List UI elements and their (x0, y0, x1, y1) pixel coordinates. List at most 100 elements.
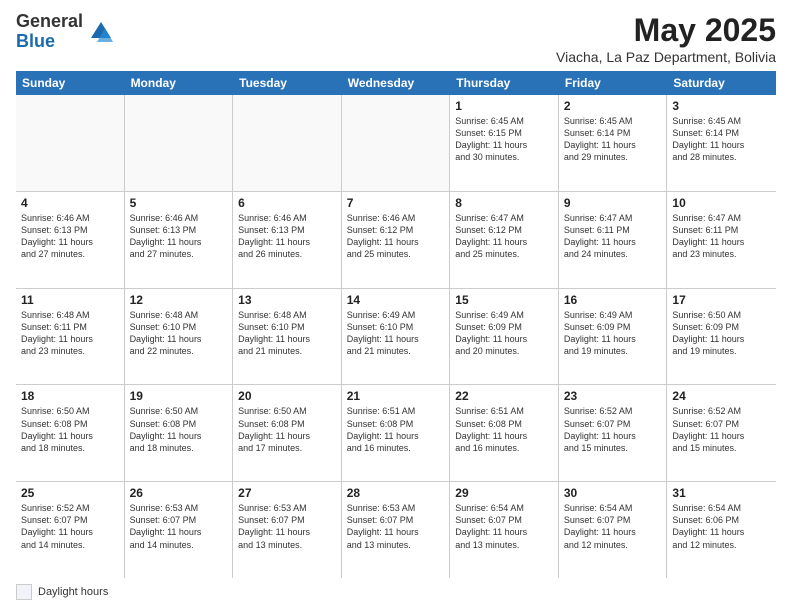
cal-cell-5: 5 Sunrise: 6:46 AM Sunset: 6:13 PM Daylig… (125, 192, 234, 288)
legend-box (16, 584, 32, 600)
day-number: 25 (21, 486, 119, 500)
day-number: 31 (672, 486, 771, 500)
day-info: Sunrise: 6:50 AM Sunset: 6:08 PM Dayligh… (21, 405, 119, 454)
day-number: 5 (130, 196, 228, 210)
cal-cell-2: 2Sunrise: 6:45 AM Sunset: 6:14 PM Daylig… (559, 95, 668, 191)
day-info: Sunrise: 6:50 AM Sunset: 6:08 PM Dayligh… (130, 405, 228, 454)
day-info: Sunrise: 6:48 AM Sunset: 6:11 PM Dayligh… (21, 309, 119, 358)
day-number: 27 (238, 486, 336, 500)
day-number: 12 (130, 293, 228, 307)
title-block: May 2025 Viacha, La Paz Department, Boli… (556, 12, 776, 65)
cal-cell-31: 31 Sunrise: 6:54 AM Sunset: 6:06 PM Dayli… (667, 482, 776, 578)
cal-cell-15: 15 Sunrise: 6:49 AM Sunset: 6:09 PM Dayli… (450, 289, 559, 385)
day-info: Sunrise: 6:53 AM Sunset: 6:07 PM Dayligh… (130, 502, 228, 551)
day-info: Sunrise: 6:46 AM Sunset: 6:13 PM Dayligh… (130, 212, 228, 261)
day-info: Sunrise: 6:46 AM Sunset: 6:12 PM Dayligh… (347, 212, 445, 261)
day-info: Sunrise: 6:45 AM Sunset: 6:14 PM Dayligh… (564, 115, 662, 164)
day-number: 7 (347, 196, 445, 210)
cal-cell-1: 1 Sunrise: 6:45 AM Sunset: 6:15 PM Daylig… (450, 95, 559, 191)
calendar-header: SundayMondayTuesdayWednesdayThursdayFrid… (16, 71, 776, 95)
cal-cell-8: 8 Sunrise: 6:47 AM Sunset: 6:12 PM Daylig… (450, 192, 559, 288)
calendar-week-3: 18 Sunrise: 6:50 AM Sunset: 6:08 PM Dayli… (16, 385, 776, 482)
cal-cell-18: 18 Sunrise: 6:50 AM Sunset: 6:08 PM Dayli… (16, 385, 125, 481)
logo-blue: Blue (16, 32, 83, 52)
day-number: 30 (564, 486, 662, 500)
page: General Blue May 2025 Viacha, La Paz Dep… (0, 0, 792, 612)
cal-cell-19: 19 Sunrise: 6:50 AM Sunset: 6:08 PM Dayli… (125, 385, 234, 481)
calendar-week-4: 25 Sunrise: 6:52 AM Sunset: 6:07 PM Dayli… (16, 482, 776, 578)
logo: General Blue (16, 12, 115, 52)
day-number: 26 (130, 486, 228, 500)
header-day-thursday: Thursday (450, 71, 559, 95)
day-number: 14 (347, 293, 445, 307)
day-number: 1 (455, 99, 553, 113)
day-number: 6 (238, 196, 336, 210)
legend: Daylight hours (16, 584, 776, 600)
header-day-sunday: Sunday (16, 71, 125, 95)
cal-cell-28: 28Sunrise: 6:53 AM Sunset: 6:07 PM Dayli… (342, 482, 451, 578)
logo-general: General (16, 12, 83, 32)
day-number: 19 (130, 389, 228, 403)
cal-cell-20: 20 Sunrise: 6:50 AM Sunset: 6:08 PM Dayli… (233, 385, 342, 481)
cal-cell-29: 29Sunrise: 6:54 AM Sunset: 6:07 PM Dayli… (450, 482, 559, 578)
day-number: 21 (347, 389, 445, 403)
day-number: 15 (455, 293, 553, 307)
day-info: Sunrise: 6:45 AM Sunset: 6:14 PM Dayligh… (672, 115, 771, 164)
day-info: Sunrise: 6:47 AM Sunset: 6:11 PM Dayligh… (672, 212, 771, 261)
day-info: Sunrise: 6:49 AM Sunset: 6:09 PM Dayligh… (455, 309, 553, 358)
day-info: Sunrise: 6:48 AM Sunset: 6:10 PM Dayligh… (130, 309, 228, 358)
cal-cell-27: 27 Sunrise: 6:53 AM Sunset: 6:07 PM Dayli… (233, 482, 342, 578)
day-number: 22 (455, 389, 553, 403)
day-number: 13 (238, 293, 336, 307)
day-number: 23 (564, 389, 662, 403)
cal-cell-26: 26 Sunrise: 6:53 AM Sunset: 6:07 PM Dayli… (125, 482, 234, 578)
day-info: Sunrise: 6:47 AM Sunset: 6:12 PM Dayligh… (455, 212, 553, 261)
cal-cell-empty-0 (16, 95, 125, 191)
cal-cell-7: 7 Sunrise: 6:46 AM Sunset: 6:12 PM Daylig… (342, 192, 451, 288)
cal-cell-24: 24Sunrise: 6:52 AM Sunset: 6:07 PM Dayli… (667, 385, 776, 481)
cal-cell-21: 21 Sunrise: 6:51 AM Sunset: 6:08 PM Dayli… (342, 385, 451, 481)
day-number: 20 (238, 389, 336, 403)
day-number: 3 (672, 99, 771, 113)
cal-cell-12: 12 Sunrise: 6:48 AM Sunset: 6:10 PM Dayli… (125, 289, 234, 385)
logo-icon (87, 18, 115, 46)
day-info: Sunrise: 6:50 AM Sunset: 6:09 PM Dayligh… (672, 309, 771, 358)
cal-cell-empty-2 (233, 95, 342, 191)
header-day-saturday: Saturday (667, 71, 776, 95)
day-info: Sunrise: 6:52 AM Sunset: 6:07 PM Dayligh… (21, 502, 119, 551)
day-info: Sunrise: 6:51 AM Sunset: 6:08 PM Dayligh… (347, 405, 445, 454)
cal-cell-6: 6Sunrise: 6:46 AM Sunset: 6:13 PM Daylig… (233, 192, 342, 288)
day-info: Sunrise: 6:54 AM Sunset: 6:07 PM Dayligh… (564, 502, 662, 551)
cal-cell-16: 16 Sunrise: 6:49 AM Sunset: 6:09 PM Dayli… (559, 289, 668, 385)
day-number: 11 (21, 293, 119, 307)
header-day-friday: Friday (559, 71, 668, 95)
day-info: Sunrise: 6:46 AM Sunset: 6:13 PM Dayligh… (21, 212, 119, 261)
calendar-week-0: 1 Sunrise: 6:45 AM Sunset: 6:15 PM Daylig… (16, 95, 776, 192)
day-number: 9 (564, 196, 662, 210)
day-number: 8 (455, 196, 553, 210)
day-number: 16 (564, 293, 662, 307)
cal-cell-3: 3 Sunrise: 6:45 AM Sunset: 6:14 PM Daylig… (667, 95, 776, 191)
day-info: Sunrise: 6:53 AM Sunset: 6:07 PM Dayligh… (347, 502, 445, 551)
day-number: 17 (672, 293, 771, 307)
day-info: Sunrise: 6:54 AM Sunset: 6:07 PM Dayligh… (455, 502, 553, 551)
cal-cell-9: 9Sunrise: 6:47 AM Sunset: 6:11 PM Daylig… (559, 192, 668, 288)
calendar-week-1: 4 Sunrise: 6:46 AM Sunset: 6:13 PM Daylig… (16, 192, 776, 289)
day-info: Sunrise: 6:51 AM Sunset: 6:08 PM Dayligh… (455, 405, 553, 454)
cal-cell-11: 11 Sunrise: 6:48 AM Sunset: 6:11 PM Dayli… (16, 289, 125, 385)
legend-label: Daylight hours (38, 586, 108, 598)
day-info: Sunrise: 6:49 AM Sunset: 6:09 PM Dayligh… (564, 309, 662, 358)
day-info: Sunrise: 6:54 AM Sunset: 6:06 PM Dayligh… (672, 502, 771, 551)
day-info: Sunrise: 6:45 AM Sunset: 6:15 PM Dayligh… (455, 115, 553, 164)
cal-cell-23: 23Sunrise: 6:52 AM Sunset: 6:07 PM Dayli… (559, 385, 668, 481)
day-info: Sunrise: 6:48 AM Sunset: 6:10 PM Dayligh… (238, 309, 336, 358)
calendar-body: 1 Sunrise: 6:45 AM Sunset: 6:15 PM Daylig… (16, 95, 776, 578)
day-number: 18 (21, 389, 119, 403)
day-info: Sunrise: 6:50 AM Sunset: 6:08 PM Dayligh… (238, 405, 336, 454)
month-title: May 2025 (556, 12, 776, 49)
day-number: 4 (21, 196, 119, 210)
day-info: Sunrise: 6:53 AM Sunset: 6:07 PM Dayligh… (238, 502, 336, 551)
cal-cell-22: 22 Sunrise: 6:51 AM Sunset: 6:08 PM Dayli… (450, 385, 559, 481)
cal-cell-4: 4 Sunrise: 6:46 AM Sunset: 6:13 PM Daylig… (16, 192, 125, 288)
cal-cell-30: 30 Sunrise: 6:54 AM Sunset: 6:07 PM Dayli… (559, 482, 668, 578)
